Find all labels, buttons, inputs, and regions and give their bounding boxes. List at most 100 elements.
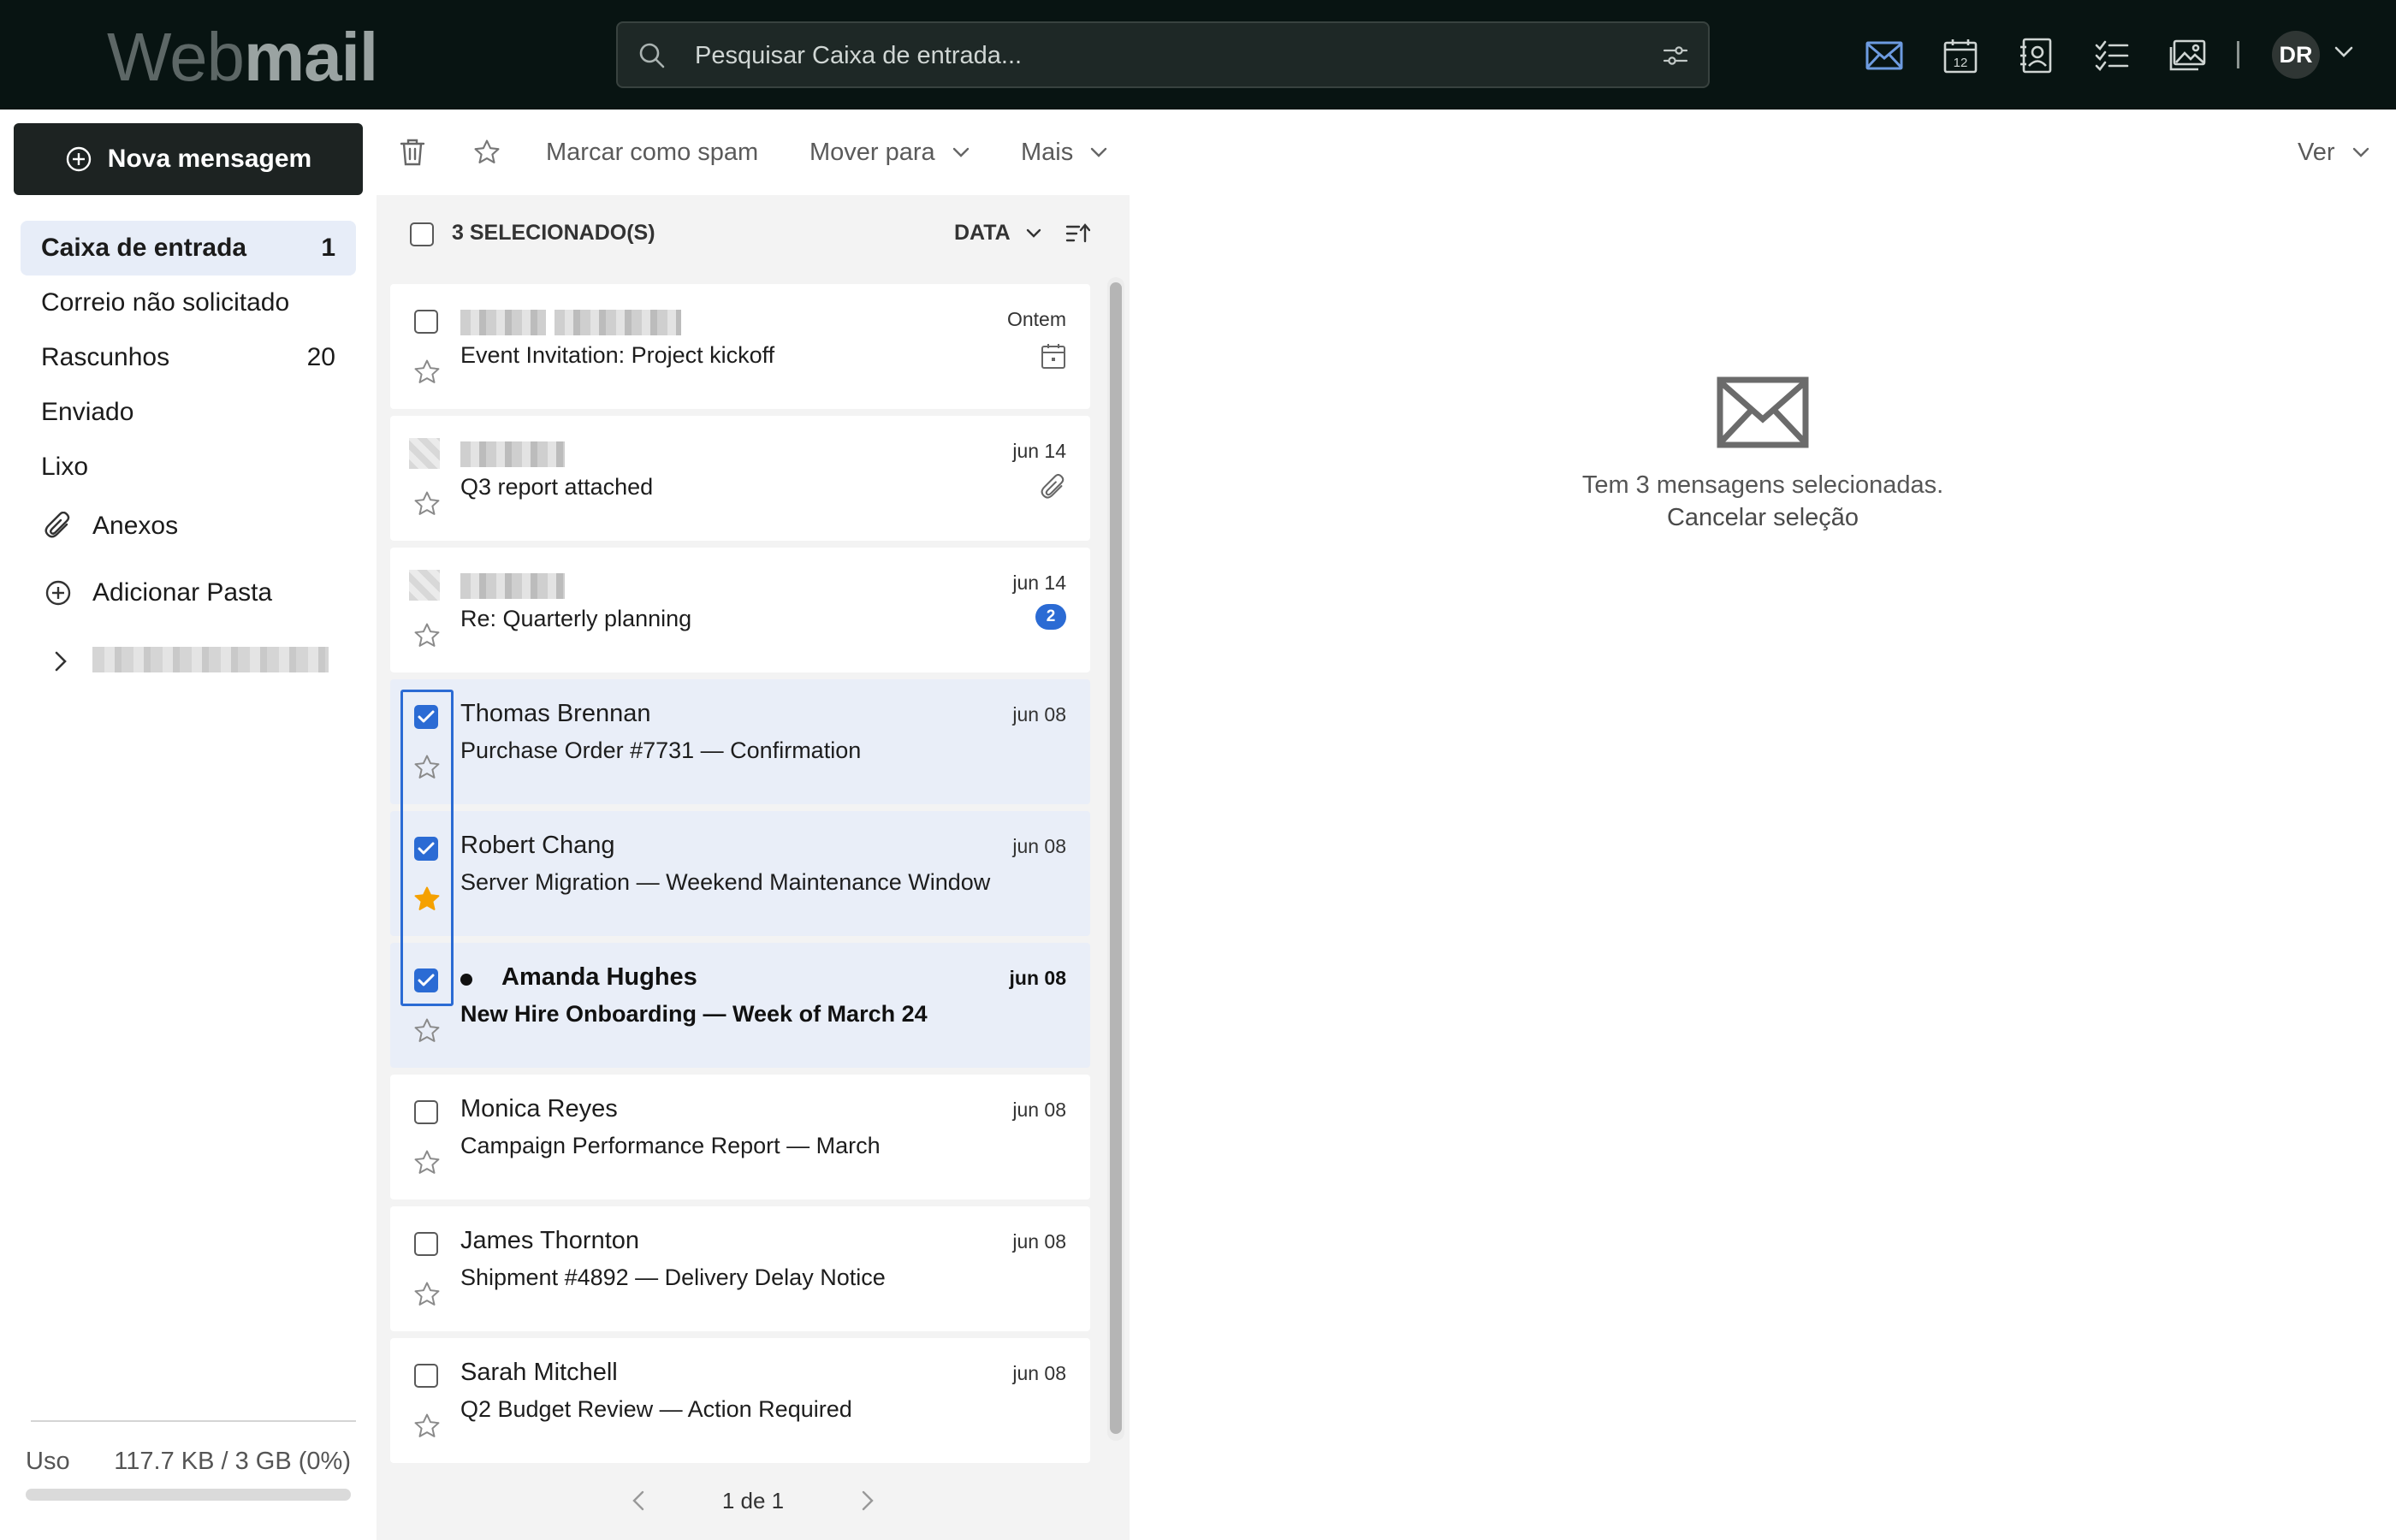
move-to-label: Mover para: [810, 138, 935, 166]
folder-sent[interactable]: Enviado: [21, 385, 356, 440]
select-all-checkbox[interactable]: [410, 222, 434, 246]
search-input[interactable]: [695, 35, 1602, 76]
star-icon[interactable]: [412, 753, 442, 782]
reading-pane-empty-state: Tem 3 mensagens selecionadas. Cancelar s…: [1335, 376, 2191, 534]
folder-drafts[interactable]: Rascunhos 20: [21, 330, 356, 385]
attachments-label: Anexos: [92, 512, 179, 540]
sort-label: DATA: [954, 221, 1011, 245]
star-icon[interactable]: [412, 358, 442, 387]
move-to-button[interactable]: Mover para: [810, 128, 970, 176]
message-row[interactable]: James Thornton Shipment #4892 — Delivery …: [390, 1206, 1090, 1331]
message-checkbox[interactable]: [414, 705, 438, 729]
delete-button[interactable]: [399, 128, 426, 176]
star-filled-icon[interactable]: [412, 885, 442, 914]
message-subject: Server Migration — Weekend Maintenance W…: [460, 869, 991, 895]
chevron-down-icon: [2352, 147, 2369, 157]
search-icon: [637, 40, 667, 71]
prev-page-button[interactable]: [632, 1490, 645, 1512]
message-subject: Re: Quarterly planning: [460, 606, 692, 631]
star-icon[interactable]: [412, 1148, 442, 1177]
folder-trash[interactable]: Lixo: [21, 440, 356, 495]
logo-bold-text: mail: [244, 19, 378, 95]
mark-spam-button[interactable]: Marcar como spam: [546, 128, 758, 176]
star-icon[interactable]: [412, 1016, 442, 1045]
list-scrollbar[interactable]: [1107, 277, 1124, 1441]
message-checkbox[interactable]: [414, 837, 438, 861]
message-checkbox[interactable]: [414, 310, 438, 334]
star-icon[interactable]: [412, 489, 442, 518]
mark-spam-label: Marcar como spam: [546, 138, 759, 166]
mail-icon[interactable]: [1860, 32, 1908, 80]
folder-label: Lixo: [41, 453, 89, 481]
folder-label: Enviado: [41, 398, 134, 426]
message-date: jun 14: [1012, 572, 1066, 594]
top-bar: Webmail 12 DR: [0, 0, 2396, 110]
cancel-selection-link[interactable]: Cancelar seleção: [1335, 501, 2191, 534]
paperclip-icon: [44, 512, 72, 541]
star-icon[interactable]: [412, 1412, 442, 1441]
message-subject: Q2 Budget Review — Action Required: [460, 1396, 852, 1422]
plus-circle-icon: [65, 145, 92, 173]
folder-spam[interactable]: Correio não solicitado: [21, 275, 356, 330]
message-row[interactable]: Monica Reyes Campaign Performance Report …: [390, 1075, 1090, 1199]
message-sender: Sarah Mitchell: [460, 1359, 618, 1386]
folder-inbox[interactable]: Caixa de entrada 1: [21, 221, 356, 275]
user-avatar[interactable]: DR: [2272, 31, 2320, 79]
compose-label: Nova mensagem: [107, 145, 312, 173]
message-row[interactable]: Q3 report attached jun 14: [390, 416, 1090, 541]
folder-label: Caixa de entrada: [41, 234, 247, 262]
search-box[interactable]: [616, 21, 1710, 88]
storage-value: 117.7 KB / 3 GB (0%): [114, 1448, 351, 1475]
message-row[interactable]: Robert Chang Server Migration — Weekend M…: [390, 811, 1090, 936]
message-date: jun 08: [1012, 835, 1066, 857]
message-checkbox[interactable]: [414, 1100, 438, 1124]
message-row[interactable]: Thomas Brennan Purchase Order #7731 — Con…: [390, 679, 1090, 804]
star-icon[interactable]: [412, 1280, 442, 1309]
avatar-redacted: [409, 438, 440, 469]
sender-redacted: [460, 310, 546, 335]
chevron-right-icon[interactable]: [53, 650, 68, 672]
message-row[interactable]: Re: Quarterly planning jun 14 2: [390, 548, 1090, 672]
app-logo[interactable]: Webmail: [107, 19, 378, 96]
selected-count: 3 SELECIONADO(S): [452, 221, 655, 245]
compose-button[interactable]: Nova mensagem: [14, 123, 363, 195]
message-date: jun 08: [1012, 1099, 1066, 1121]
message-subject: Q3 report attached: [460, 474, 654, 500]
message-row[interactable]: Event Invitation: Project kickoff Ontem: [390, 284, 1090, 409]
view-button[interactable]: Ver: [2298, 128, 2369, 176]
account-folder-redacted[interactable]: [92, 647, 329, 672]
message-checkbox[interactable]: [414, 1232, 438, 1256]
scrollbar-thumb[interactable]: [1110, 282, 1122, 1434]
message-checkbox[interactable]: [414, 968, 438, 992]
star-button[interactable]: [472, 128, 501, 176]
message-date: jun 08: [1012, 703, 1066, 726]
paperclip-icon: [1041, 474, 1066, 501]
message-checkbox[interactable]: [414, 1364, 438, 1388]
add-folder-label: Adicionar Pasta: [92, 578, 273, 607]
storage-divider: [31, 1420, 356, 1422]
calendar-icon: [1041, 342, 1066, 370]
trash-icon: [399, 138, 426, 167]
filter-sliders-icon[interactable]: [1662, 42, 1689, 69]
attachments-link[interactable]: Anexos: [44, 512, 178, 541]
calendar-icon[interactable]: 12: [1936, 32, 1984, 80]
more-button[interactable]: Mais: [1021, 128, 1107, 176]
folder-label: Correio não solicitado: [41, 288, 290, 317]
add-folder-button[interactable]: Adicionar Pasta: [44, 578, 272, 607]
message-subject: New Hire Onboarding — Week of March 24: [460, 1001, 928, 1027]
chevron-down-icon[interactable]: [2334, 46, 2353, 58]
folder-label: Rascunhos: [41, 343, 170, 371]
sort-by-date-dropdown[interactable]: DATA: [954, 221, 1041, 246]
photos-icon[interactable]: [2163, 32, 2211, 80]
message-sender: Thomas Brennan: [460, 700, 651, 727]
message-sender: Robert Chang: [460, 832, 615, 859]
message-row[interactable]: Amanda Hughes New Hire Onboarding — Week …: [390, 943, 1090, 1068]
next-page-button[interactable]: [861, 1490, 875, 1512]
message-row[interactable]: Sarah Mitchell Q2 Budget Review — Action …: [390, 1338, 1090, 1463]
contacts-icon[interactable]: [2012, 32, 2060, 80]
message-subject: Campaign Performance Report — March: [460, 1133, 881, 1158]
sort-order-icon[interactable]: [1065, 221, 1090, 246]
star-icon[interactable]: [412, 621, 442, 650]
storage-label: Uso: [26, 1448, 70, 1475]
tasks-icon[interactable]: [2088, 32, 2136, 80]
